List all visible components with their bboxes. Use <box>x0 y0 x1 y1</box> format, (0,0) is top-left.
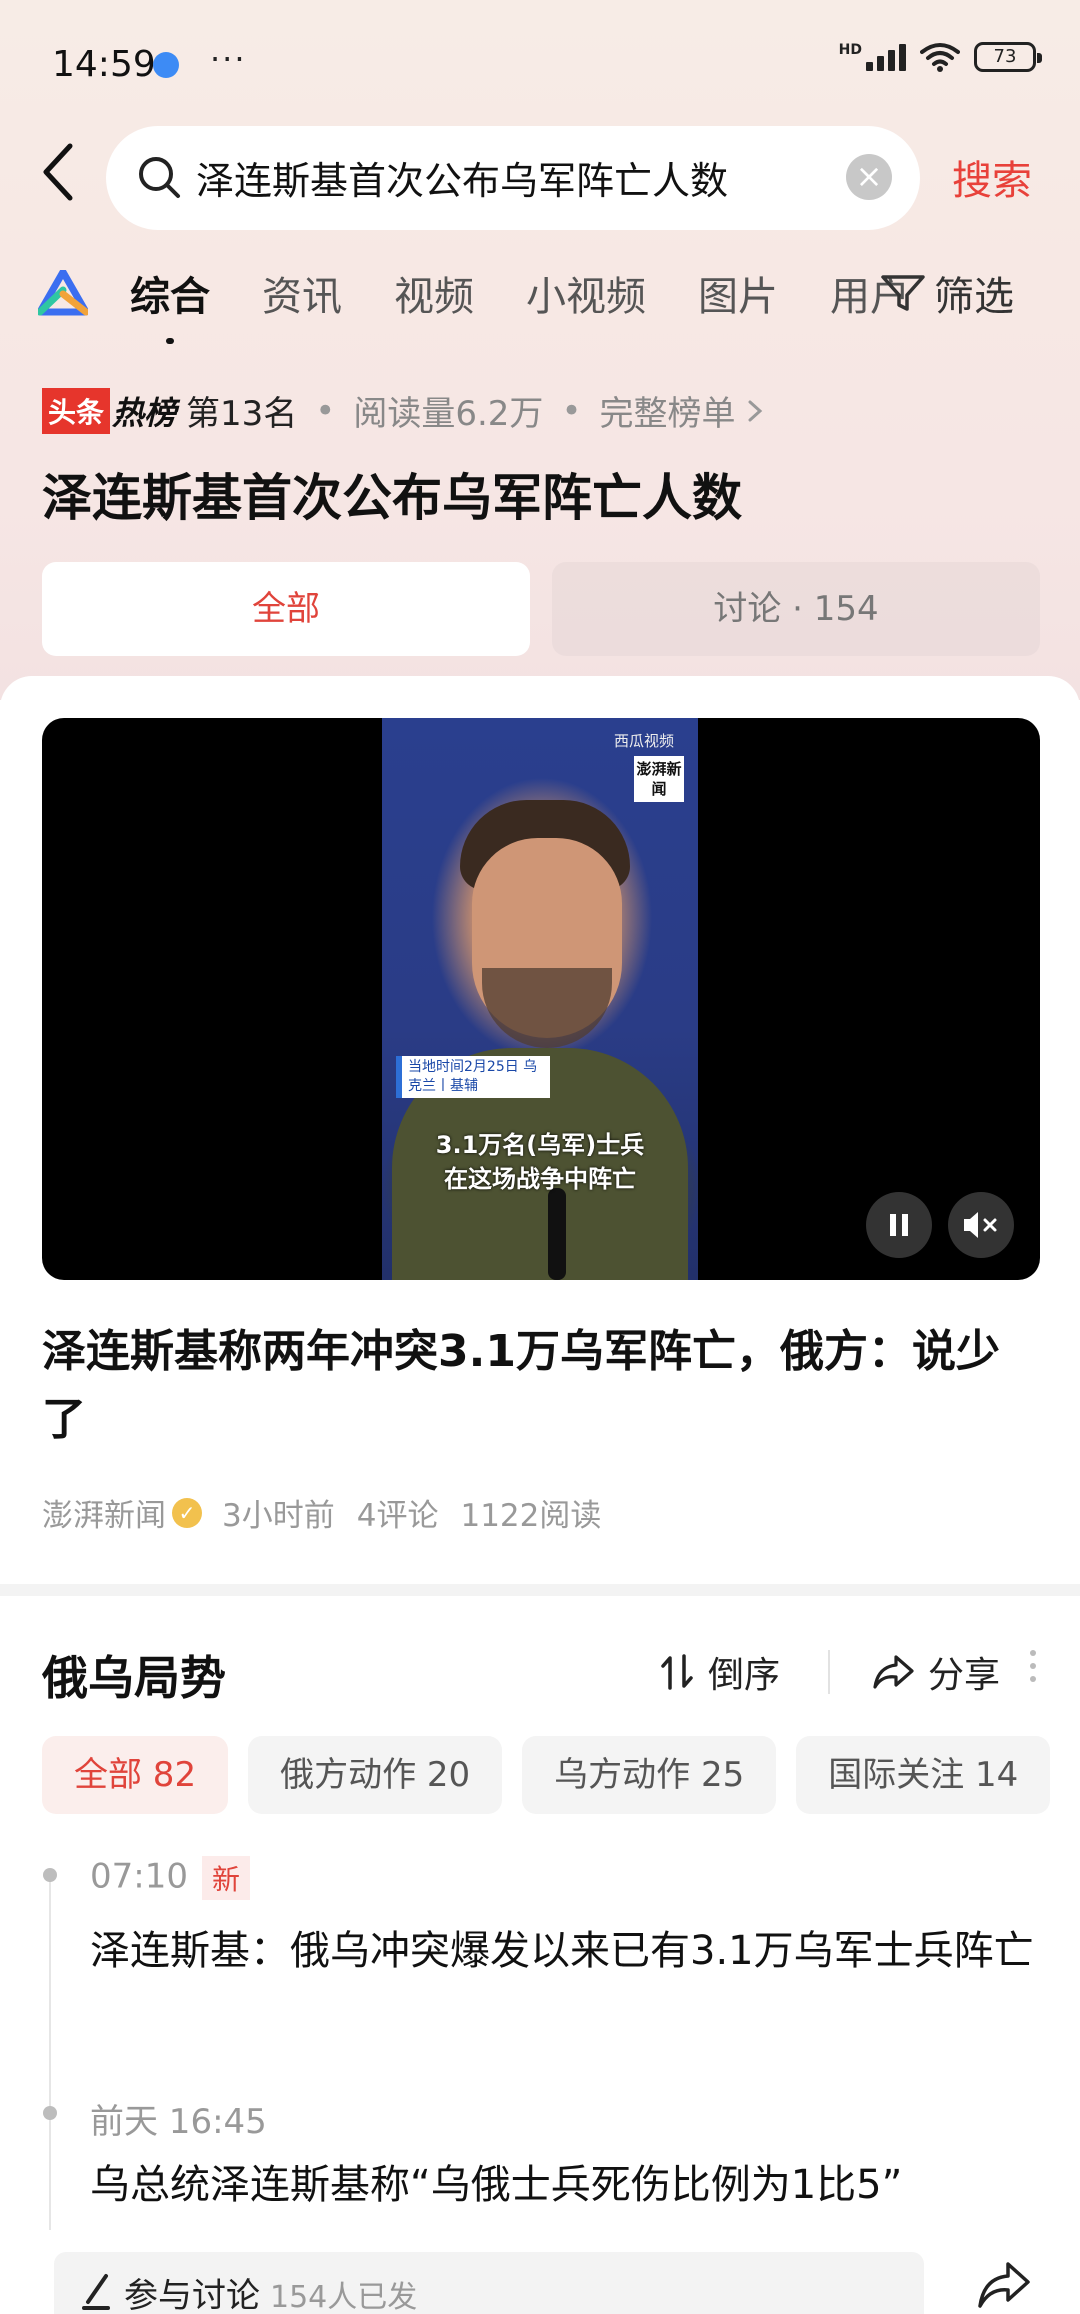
discuss-input-bar[interactable]: 参与讨论 154人已发 <box>54 2252 924 2314</box>
hot-rank: 第13名 <box>186 394 298 434</box>
chip-ukraine-actions[interactable]: 乌方动作 25 <box>522 1736 777 1814</box>
network-type: HD <box>838 42 862 58</box>
pause-icon <box>890 1214 908 1236</box>
status-more-icon: ··· <box>210 40 247 78</box>
timeline-dot <box>43 1868 57 1882</box>
video-figure-beard <box>482 968 612 1048</box>
chip-russia-actions[interactable]: 俄方动作 20 <box>248 1736 503 1814</box>
hot-badge-brand: 头条 <box>42 387 111 434</box>
chevron-right-icon <box>748 400 762 421</box>
search-submit-button[interactable]: 搜索 <box>952 148 1032 206</box>
video-subtitle-line: 3.1万名(乌军)士兵 <box>435 1131 645 1159</box>
article-meta: 澎湃新闻 ✓ 3小时前 4评论 1122阅读 <box>42 1490 623 1535</box>
hot-reads: 阅读量6.2万 <box>353 394 544 434</box>
segment-all[interactable]: 全部 <box>42 562 530 656</box>
video-subtitle-line: 在这场战争中阵亡 <box>444 1165 636 1193</box>
article-source[interactable]: 澎湃新闻 <box>42 1490 166 1535</box>
video-player[interactable]: 西瓜视频 澎湃新闻 当地时间2月25日 乌克兰丨基辅 3.1万名(乌军)士兵 在… <box>42 718 1040 1280</box>
tab-news[interactable]: 资讯 <box>262 264 342 322</box>
timeline-line <box>49 1880 51 2230</box>
share-icon <box>873 1655 914 1689</box>
discuss-label: 参与讨论 154人已发 <box>124 2268 417 2314</box>
separator-dot: • <box>561 390 582 431</box>
chevron-left-icon <box>43 143 73 201</box>
pause-button[interactable] <box>866 1192 932 1258</box>
full-list-link[interactable]: 完整榜单 <box>600 386 736 435</box>
tab-short-video[interactable]: 小视频 <box>526 264 646 322</box>
timeline-time-text: 前天 16:45 <box>90 2102 267 2142</box>
discuss-count: 154人已发 <box>270 2280 418 2314</box>
tab-comprehensive[interactable]: 综合 <box>130 264 210 344</box>
separator-dot: • <box>315 390 336 431</box>
share-forward-icon[interactable] <box>976 2260 1032 2310</box>
hot-topic-title: 泽连斯基首次公布乌军阵亡人数 <box>42 469 742 527</box>
status-time: 14:59 <box>52 44 156 85</box>
video-watermark-box: 澎湃新闻 <box>634 756 684 802</box>
filter-label: 筛选 <box>934 274 1014 320</box>
filter-button[interactable]: 筛选 <box>880 264 1014 322</box>
tab-video[interactable]: 视频 <box>394 264 474 322</box>
filter-icon <box>881 275 925 311</box>
topic-title: 俄乌局势 <box>42 1651 226 1705</box>
back-button[interactable] <box>38 142 88 212</box>
timeline-time: 前天 16:45 <box>90 2094 267 2143</box>
article-comments: 4评论 <box>356 1498 439 1534</box>
app-logo-icon <box>38 270 88 316</box>
tab-images[interactable]: 图片 <box>698 264 778 322</box>
sort-icon <box>661 1654 693 1690</box>
chip-international[interactable]: 国际关注 14 <box>796 1736 1051 1814</box>
article-time: 3小时前 <box>222 1498 335 1534</box>
search-input[interactable]: 泽连斯基首次公布乌军阵亡人数 <box>196 150 728 205</box>
video-watermark-logo: 西瓜视频 <box>614 732 675 750</box>
section-divider <box>0 1584 1080 1596</box>
status-indicators: HD 73 <box>838 42 1042 72</box>
sort-button[interactable]: 倒序 <box>660 1646 780 1698</box>
article-reads: 1122阅读 <box>460 1498 602 1534</box>
wifi-icon <box>920 43 960 72</box>
hot-list-info: 头条 热榜 第13名 • 阅读量6.2万 • 完整榜单 <box>42 386 768 435</box>
timeline-item[interactable]: 乌总统泽连斯基称“乌俄士兵死伤比例为1比5” <box>90 2148 1040 2222</box>
discuss-label-text: 参与讨论 <box>124 2276 260 2314</box>
verified-badge-icon: ✓ <box>172 1497 202 1528</box>
pen-icon <box>82 2274 110 2310</box>
result-tabs: 综合 资讯 视频 小视频 图片 用户 <box>130 264 912 344</box>
search-box[interactable]: 泽连斯基首次公布乌军阵亡人数 × <box>106 126 920 230</box>
sort-label: 倒序 <box>708 1655 781 1696</box>
video-frame: 西瓜视频 澎湃新闻 当地时间2月25日 乌克兰丨基辅 3.1万名(乌军)士兵 在… <box>382 718 698 1280</box>
timeline-item[interactable]: 泽连斯基：俄乌冲突爆发以来已有3.1万乌军士兵阵亡 <box>90 1914 1040 1988</box>
vertical-divider <box>828 1650 830 1694</box>
timeline-dot <box>43 2106 57 2120</box>
mute-button[interactable] <box>948 1192 1014 1258</box>
muted-speaker-icon <box>964 1212 997 1238</box>
video-location-tag: 当地时间2月25日 乌克兰丨基辅 <box>396 1056 550 1098</box>
article-title[interactable]: 泽连斯基称两年冲突3.1万乌军阵亡，俄方：说少了 <box>42 1318 1032 1454</box>
new-badge: 新 <box>201 1856 250 1900</box>
search-icon <box>139 157 180 198</box>
more-options-icon[interactable] <box>1030 1650 1038 1682</box>
signal-icon <box>866 43 906 71</box>
topic-filter-chips: 全部 82 俄方动作 20 乌方动作 25 国际关注 14 <box>42 1736 1051 1814</box>
share-label: 分享 <box>928 1655 1001 1696</box>
video-microphone <box>548 1188 566 1280</box>
chip-all[interactable]: 全部 82 <box>42 1736 229 1814</box>
notification-dot-icon <box>153 52 179 78</box>
clear-search-button[interactable]: × <box>846 154 892 200</box>
share-button[interactable]: 分享 <box>872 1646 1000 1698</box>
timeline-time: 07:10 新 <box>90 1856 250 1900</box>
hot-badge-label: 热榜 <box>112 393 177 432</box>
battery-indicator: 73 <box>974 42 1042 72</box>
video-subtitle: 3.1万名(乌军)士兵 在这场战争中阵亡 <box>382 1128 698 1196</box>
timeline-time-text: 07:10 <box>90 1856 188 1897</box>
segment-discuss[interactable]: 讨论 · 154 <box>552 562 1040 656</box>
